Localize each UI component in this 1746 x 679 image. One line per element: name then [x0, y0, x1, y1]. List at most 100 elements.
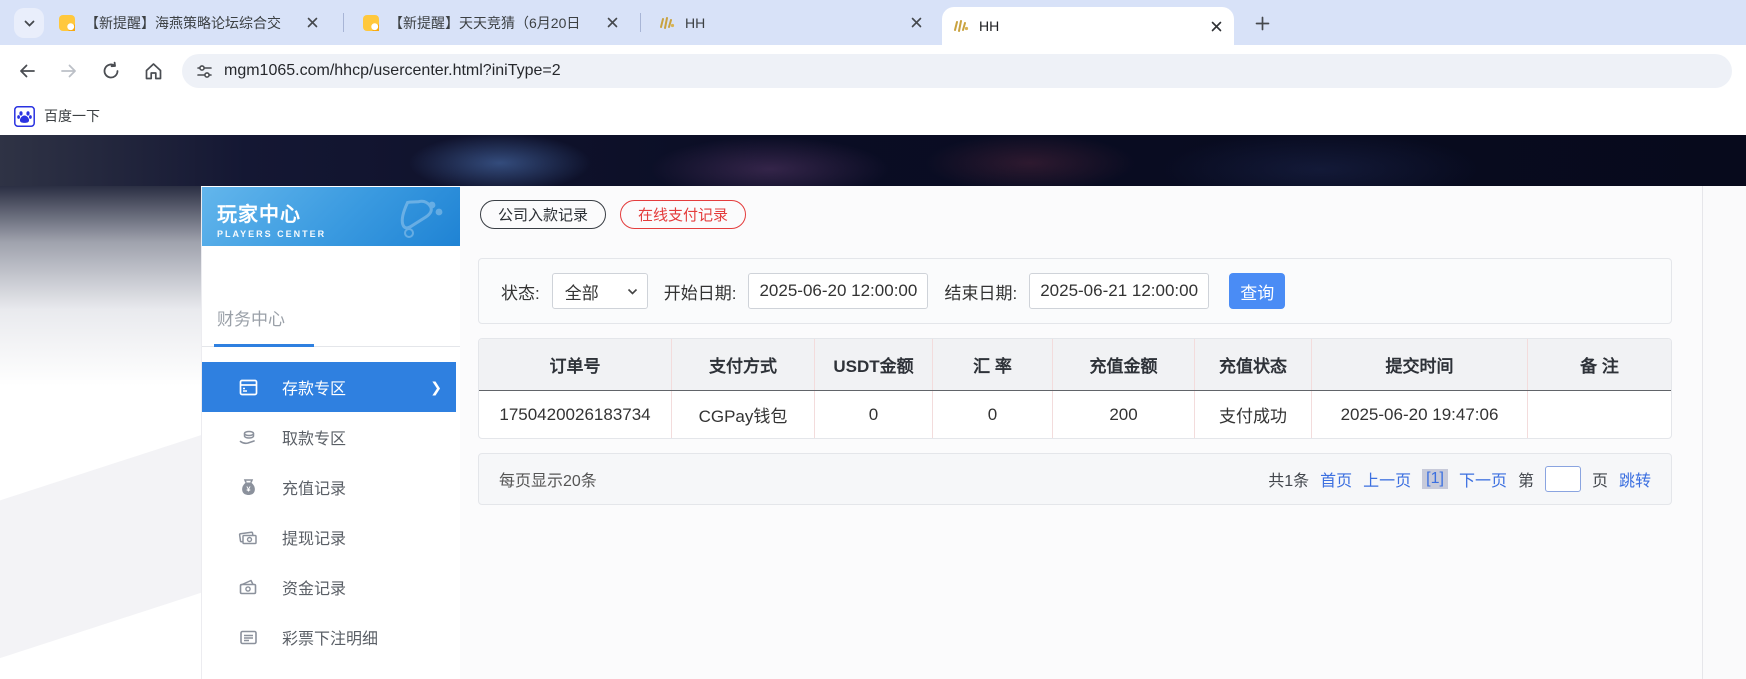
col-order-no: 订单号	[479, 339, 672, 390]
sidebar-item-deposit-zone[interactable]: 存款专区 ❯	[202, 362, 456, 412]
tab-title: HH	[685, 15, 899, 31]
sidebar-item-withdraw-zone[interactable]: 取款专区	[202, 412, 460, 462]
tab-close-icon[interactable]	[604, 15, 620, 31]
bookmark-baidu[interactable]: 百度一下	[14, 106, 100, 127]
col-payment-method: 支付方式	[672, 339, 815, 390]
sidebar-menu: 存款专区 ❯ 取款专区 ¥ 充值记录 提现记录 资金记录 彩票下注明细	[202, 362, 460, 679]
filter-bar: 状态: 全部 开始日期: 结束日期: 查询	[478, 258, 1672, 324]
sidebar-item-label: 彩票下注明细	[282, 625, 378, 649]
tab-title: 【新提醒】海燕策略论坛综合交	[85, 13, 295, 33]
cell-payment-method: CGPay钱包	[672, 391, 815, 438]
status-label: 状态:	[501, 279, 540, 304]
back-arrow-icon	[17, 61, 37, 81]
tab-online-payment-records[interactable]: 在线支付记录	[620, 200, 746, 229]
cell-submit-time: 2025-06-20 19:47:06	[1312, 391, 1528, 438]
sidebar-item-lottery-bet-details[interactable]: 彩票下注明细	[202, 612, 460, 662]
end-date-label: 结束日期:	[944, 279, 1017, 304]
pagination-bar: 每页显示20条 共1条 首页 上一页 [1] 下一页 第 页 跳转	[478, 453, 1672, 505]
tab-separator	[640, 13, 641, 32]
withdraw-hand-icon	[238, 427, 258, 447]
end-date-input[interactable]	[1029, 273, 1209, 309]
browser-tab-4-active[interactable]: HH	[942, 7, 1234, 45]
tab-close-icon[interactable]	[1208, 18, 1224, 34]
jump-link[interactable]: 跳转	[1619, 467, 1651, 491]
browser-tab-2[interactable]: 【新提醒】天天竞猜（6月20日	[352, 0, 630, 45]
sidebar-item-recharge-records[interactable]: ¥ 充值记录	[202, 462, 460, 512]
col-submit-time: 提交时间	[1312, 339, 1528, 390]
tab-title: HH	[979, 18, 1199, 34]
home-icon	[143, 61, 164, 82]
sidebar-divider-accent	[214, 344, 314, 347]
tab-search-chevron-button[interactable]	[14, 8, 44, 38]
cell-exchange-rate: 0	[933, 391, 1053, 438]
baidu-paw-icon	[14, 106, 35, 127]
browser-tab-1[interactable]: 【新提醒】海燕策略论坛综合交	[48, 0, 330, 45]
total-count-text: 共1条	[1268, 467, 1309, 491]
prev-page-link[interactable]: 上一页	[1363, 467, 1411, 491]
cell-usdt-amount: 0	[815, 391, 933, 438]
home-button[interactable]	[140, 58, 166, 84]
start-date-input[interactable]	[748, 273, 928, 309]
sidebar-item-label: 充值记录	[282, 475, 346, 499]
next-page-link[interactable]: 下一页	[1459, 467, 1507, 491]
cell-recharge-amount: 200	[1053, 391, 1195, 438]
forward-button[interactable]	[56, 58, 82, 84]
yellow-chat-favicon	[58, 14, 76, 32]
current-page-indicator: [1]	[1422, 469, 1448, 489]
browser-tabstrip: 【新提醒】海燕策略论坛综合交 【新提醒】天天竞猜（6月20日 HH HH	[0, 0, 1746, 45]
sidebar-item-withdrawal-records[interactable]: 提现记录	[202, 512, 460, 562]
wallet-bill-icon	[238, 577, 258, 597]
left-background-fade	[0, 186, 201, 386]
sidebar-item-label: 厅室投注记录	[282, 675, 378, 679]
col-remark: 备 注	[1528, 339, 1671, 390]
banknotes-icon	[238, 527, 258, 547]
status-select[interactable]: 全部	[552, 273, 648, 309]
col-exchange-rate: 汇 率	[933, 339, 1053, 390]
tab-company-deposit-records[interactable]: 公司入款记录	[480, 200, 606, 229]
sidebar-header: 玩家中心 PLAYERS CENTER	[202, 187, 460, 246]
reload-icon	[101, 61, 121, 81]
record-type-tabs: 公司入款记录 在线支付记录	[480, 200, 746, 229]
hh-gold-favicon	[658, 14, 676, 32]
col-recharge-status: 充值状态	[1195, 339, 1312, 390]
page-size-text: 每页显示20条	[499, 467, 597, 491]
chevron-down-icon	[627, 286, 638, 297]
col-recharge-amount: 充值金额	[1053, 339, 1195, 390]
bookmarks-bar: 百度一下	[0, 97, 1746, 135]
bookmark-label: 百度一下	[44, 106, 100, 126]
url-bar[interactable]: mgm1065.com/hhcp/usercenter.html?iniType…	[182, 54, 1732, 88]
list-detail-icon	[238, 627, 258, 647]
chevron-down-icon	[23, 17, 36, 30]
page-number-input[interactable]	[1545, 466, 1581, 492]
cell-remark	[1528, 391, 1671, 438]
jump-prefix-text: 第	[1518, 467, 1534, 491]
site-info-tune-icon	[196, 63, 213, 80]
sidebar-section-finance: 财务中心	[217, 305, 285, 330]
sidebar-item-label: 存款专区	[282, 375, 346, 399]
players-center-sidebar: 玩家中心 PLAYERS CENTER 财务中心 存款专区 ❯ 取款专区 ¥ 充…	[201, 187, 460, 679]
web-page: 玩家中心 PLAYERS CENTER 财务中心 存款专区 ❯ 取款专区 ¥ 充…	[0, 135, 1746, 679]
main-content: 公司入款记录 在线支付记录 状态: 全部 开始日期: 结束日期: 查询 订单号 …	[460, 186, 1702, 679]
col-usdt-amount: USDT金额	[815, 339, 933, 390]
gamepad-icon	[392, 193, 450, 239]
pagination-controls: 共1条 首页 上一页 [1] 下一页 第 页 跳转	[1268, 466, 1651, 492]
hh-gold-favicon	[952, 17, 970, 35]
sidebar-item-label: 提现记录	[282, 525, 346, 549]
new-tab-button[interactable]	[1248, 9, 1276, 37]
forward-arrow-icon	[59, 61, 79, 81]
sidebar-item-hall-bet-records[interactable]: 厅室投注记录	[202, 662, 460, 679]
back-button[interactable]	[14, 58, 40, 84]
chevron-right-icon: ❯	[430, 379, 442, 396]
browser-tab-3[interactable]: HH	[648, 0, 934, 45]
table-header-row: 订单号 支付方式 USDT金额 汇 率 充值金额 充值状态 提交时间 备 注	[479, 339, 1671, 391]
search-button[interactable]: 查询	[1229, 273, 1285, 309]
page-scrollbar[interactable]	[1702, 186, 1746, 679]
tab-close-icon[interactable]	[304, 15, 320, 31]
reload-button[interactable]	[98, 58, 124, 84]
table-row: 1750420026183734 CGPay钱包 0 0 200 支付成功 20…	[479, 391, 1671, 438]
first-page-link[interactable]: 首页	[1320, 467, 1352, 491]
sidebar-item-funds-records[interactable]: 资金记录	[202, 562, 460, 612]
tab-close-icon[interactable]	[908, 15, 924, 31]
browser-toolbar: mgm1065.com/hhcp/usercenter.html?iniType…	[0, 45, 1746, 97]
page-header-dark-band	[0, 135, 1746, 186]
